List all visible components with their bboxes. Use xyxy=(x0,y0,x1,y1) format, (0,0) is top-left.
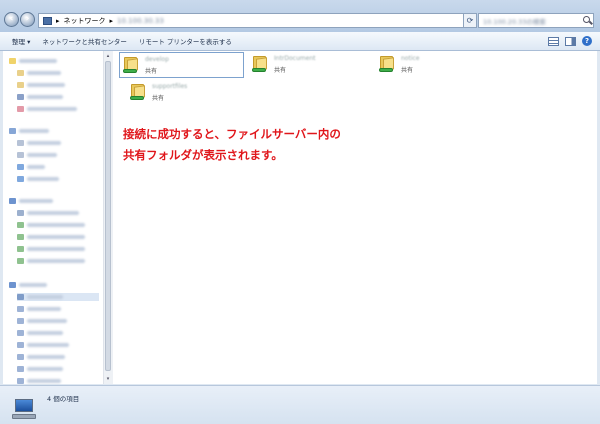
refresh-button[interactable]: ⟳ xyxy=(463,13,477,28)
nav-item[interactable] xyxy=(17,163,45,171)
search-icon[interactable] xyxy=(583,16,590,23)
shared-folder-icon xyxy=(252,54,270,72)
preview-pane-icon[interactable] xyxy=(565,36,576,46)
annotation-line: 共有フォルダが表示されます。 xyxy=(123,148,283,162)
nav-item[interactable] xyxy=(17,209,79,217)
search-placeholder: 10.100.20.33の検索 xyxy=(483,17,546,26)
computer-icon xyxy=(17,306,24,312)
forward-button[interactable]: › xyxy=(20,12,35,27)
shared-folder-icon xyxy=(379,54,397,72)
annotation-callout: 接続に成功すると、ファイルサーバー内の 共有フォルダが表示されます。 xyxy=(123,124,423,166)
address-separator: ▸ xyxy=(56,16,60,25)
share-type: 共有 xyxy=(401,67,414,74)
organize-button[interactable]: 整理 ▾ xyxy=(0,36,36,46)
nav-item-network[interactable] xyxy=(9,281,47,289)
share-folder[interactable]: supportfiles 共有 xyxy=(127,80,252,106)
share-folder[interactable]: develop 共有 xyxy=(119,52,244,78)
library-icon xyxy=(9,128,16,134)
computer-icon xyxy=(17,378,24,384)
share-type: 共有 xyxy=(152,95,165,102)
change-view-icon[interactable] xyxy=(548,36,559,46)
nav-item[interactable] xyxy=(17,317,67,325)
content-pane: develop 共有 IntrDocument 共有 notice 共有 sup… xyxy=(113,51,597,384)
address-bar[interactable]: ▸ ネットワーク ▸ 10.100.30.33 ▾ xyxy=(38,13,475,28)
folder-icon xyxy=(17,94,24,100)
drive-icon xyxy=(17,234,24,240)
library-icon xyxy=(17,176,24,182)
computer-icon xyxy=(17,318,24,324)
search-input[interactable]: 10.100.20.33の検索 xyxy=(478,13,594,28)
item-count: 4 個の項目 xyxy=(47,395,80,403)
scroll-up-icon[interactable]: ▴ xyxy=(105,53,111,59)
share-folder[interactable]: notice 共有 xyxy=(376,52,501,78)
nav-item[interactable] xyxy=(17,233,85,241)
nav-item-selected[interactable] xyxy=(17,293,99,301)
annotation-line: 接続に成功すると、ファイルサーバー内の xyxy=(123,127,341,141)
breadcrumb-network[interactable]: ネットワーク xyxy=(64,16,106,26)
nav-item[interactable] xyxy=(17,93,63,101)
shared-folder-icon xyxy=(130,82,148,100)
title-bar: ‹ › ▸ ネットワーク ▸ 10.100.30.33 ▾ ⟳ 10.100.2… xyxy=(0,0,600,32)
nav-item-favorites[interactable] xyxy=(9,57,57,65)
breadcrumb-host[interactable]: 10.100.30.33 xyxy=(117,17,164,25)
library-icon xyxy=(17,152,24,158)
computer-icon xyxy=(17,366,24,372)
nav-item[interactable] xyxy=(17,377,61,385)
back-button[interactable]: ‹ xyxy=(4,12,19,27)
computer-icon xyxy=(17,294,24,300)
scroll-thumb[interactable] xyxy=(105,61,111,371)
share-type: 共有 xyxy=(145,68,158,75)
network-icon xyxy=(43,16,52,25)
share-name: develop xyxy=(145,56,169,63)
nav-item[interactable] xyxy=(17,329,63,337)
share-name: notice xyxy=(401,55,420,62)
nav-item-libraries[interactable] xyxy=(9,127,49,135)
drive-icon xyxy=(17,258,24,264)
command-bar: 整理 ▾ ネットワークと共有センター リモート プリンターを表示する ? xyxy=(0,32,600,51)
remote-printers-button[interactable]: リモート プリンターを表示する xyxy=(133,36,238,46)
nav-item[interactable] xyxy=(17,221,85,229)
computer-icon xyxy=(12,399,36,421)
share-folder[interactable]: IntrDocument 共有 xyxy=(249,52,374,78)
library-icon xyxy=(17,140,24,146)
nav-item[interactable] xyxy=(17,245,85,253)
nav-item[interactable] xyxy=(17,365,63,373)
computer-icon xyxy=(17,354,24,360)
share-name: IntrDocument xyxy=(274,55,316,62)
library-icon xyxy=(17,164,24,170)
nav-item[interactable] xyxy=(17,69,61,77)
drive-icon xyxy=(17,246,24,252)
computer-icon xyxy=(17,330,24,336)
computer-icon xyxy=(9,198,16,204)
drive-icon xyxy=(17,210,24,216)
computer-icon xyxy=(17,342,24,348)
star-icon xyxy=(9,58,16,64)
folder-icon xyxy=(17,70,24,76)
navigation-pane xyxy=(3,51,103,384)
help-icon[interactable]: ? xyxy=(582,36,592,46)
status-bar: 4 個の項目 xyxy=(0,385,600,424)
folder-icon xyxy=(17,106,24,112)
network-center-button[interactable]: ネットワークと共有センター xyxy=(36,36,133,46)
nav-scrollbar[interactable]: ▴ ▾ xyxy=(103,51,113,384)
nav-item[interactable] xyxy=(17,151,57,159)
address-separator: ▸ xyxy=(109,16,114,25)
share-name: supportfiles xyxy=(152,83,188,90)
explorer-window: ‹ › ▸ ネットワーク ▸ 10.100.30.33 ▾ ⟳ 10.100.2… xyxy=(0,0,600,424)
nav-item[interactable] xyxy=(17,105,77,113)
nav-item[interactable] xyxy=(17,257,85,265)
drive-icon xyxy=(17,222,24,228)
nav-item[interactable] xyxy=(17,175,59,183)
nav-item[interactable] xyxy=(17,341,69,349)
nav-item-computer[interactable] xyxy=(9,197,53,205)
nav-item[interactable] xyxy=(17,305,61,313)
nav-item[interactable] xyxy=(17,353,65,361)
network-icon xyxy=(9,282,16,288)
nav-item[interactable] xyxy=(17,139,61,147)
shared-folder-icon xyxy=(123,55,141,73)
scroll-down-icon[interactable]: ▾ xyxy=(105,376,111,382)
folder-icon xyxy=(17,82,24,88)
nav-item[interactable] xyxy=(17,81,65,89)
share-type: 共有 xyxy=(274,67,287,74)
